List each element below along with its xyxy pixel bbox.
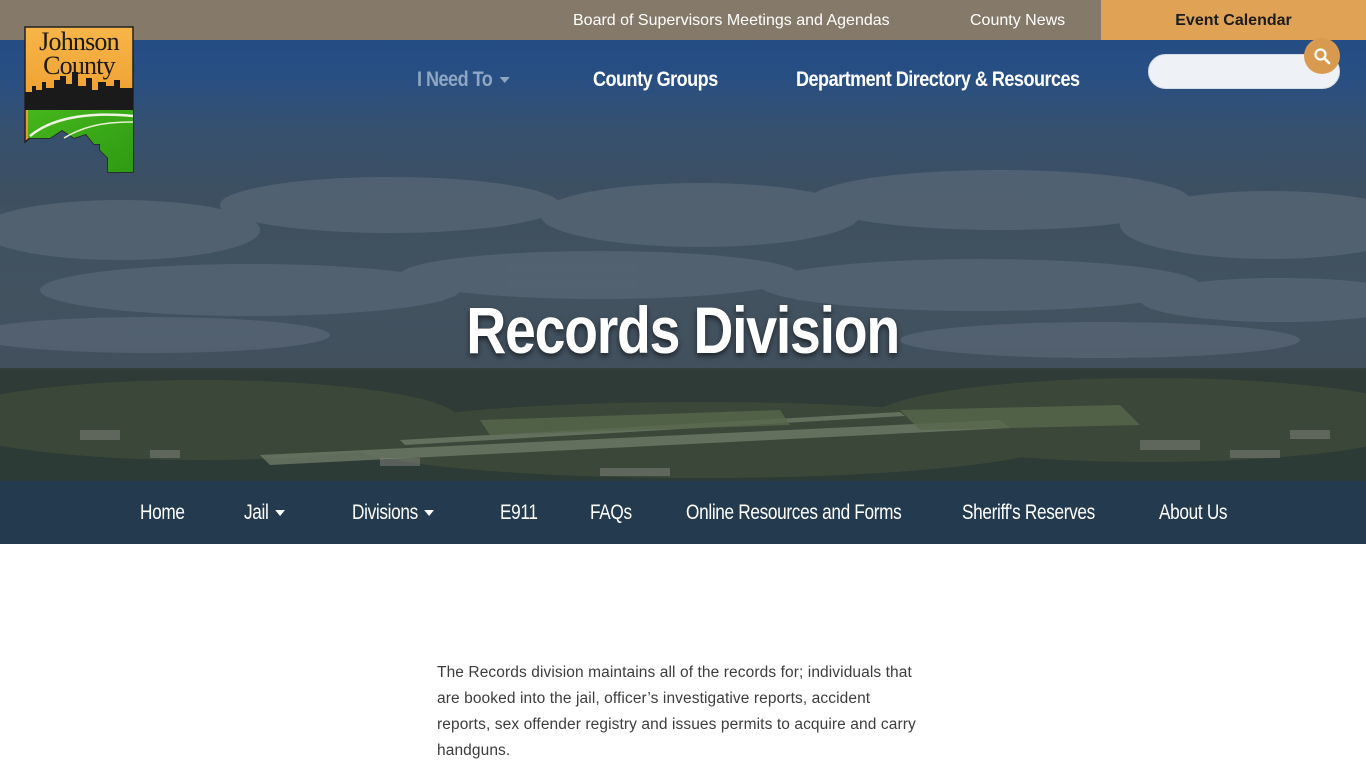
subnav-home[interactable]: Home bbox=[140, 497, 185, 529]
hero-banner: Board of Supervisors Meetings and Agenda… bbox=[0, 0, 1366, 544]
subnav-divisions[interactable]: Divisions bbox=[352, 497, 435, 529]
nav-county-groups[interactable]: County Groups bbox=[593, 64, 718, 96]
chevron-down-icon bbox=[499, 77, 510, 84]
subnav-about-us[interactable]: About Us bbox=[1159, 497, 1228, 529]
page-title: Records Division bbox=[0, 292, 1366, 368]
page-title-text: Records Division bbox=[466, 293, 901, 367]
records-description: The Records division maintains all of th… bbox=[437, 664, 916, 759]
nav-i-need-to[interactable]: I Need To bbox=[417, 64, 510, 96]
chevron-down-icon bbox=[275, 510, 285, 517]
subnav-jail-label: Jail bbox=[244, 501, 269, 524]
subnav-e911[interactable]: E911 bbox=[500, 497, 538, 529]
utility-bar: Board of Supervisors Meetings and Agenda… bbox=[0, 0, 1366, 40]
county-news-link[interactable]: County News bbox=[970, 0, 1065, 40]
nav-department-directory[interactable]: Department Directory & Resources bbox=[796, 64, 1080, 96]
logo-text: Johnson County bbox=[28, 29, 130, 80]
event-calendar-button[interactable]: Event Calendar bbox=[1101, 0, 1366, 40]
subnav-jail[interactable]: Jail bbox=[244, 497, 285, 529]
chevron-down-icon bbox=[424, 510, 435, 517]
johnson-county-logo[interactable]: Johnson County bbox=[24, 26, 134, 173]
subnav-faqs[interactable]: FAQs bbox=[590, 497, 632, 529]
nav-i-need-to-label: I Need To bbox=[417, 68, 493, 91]
logo-line2: County bbox=[43, 51, 116, 80]
board-of-supervisors-link[interactable]: Board of Supervisors Meetings and Agenda… bbox=[573, 0, 890, 40]
search-icon bbox=[1314, 48, 1331, 65]
search-button[interactable] bbox=[1304, 38, 1340, 74]
subnav-online-resources[interactable]: Online Resources and Forms bbox=[686, 497, 902, 529]
subnav-divisions-label: Divisions bbox=[352, 501, 418, 524]
subnav-sheriffs-reserves[interactable]: Sheriff's Reserves bbox=[962, 497, 1095, 529]
